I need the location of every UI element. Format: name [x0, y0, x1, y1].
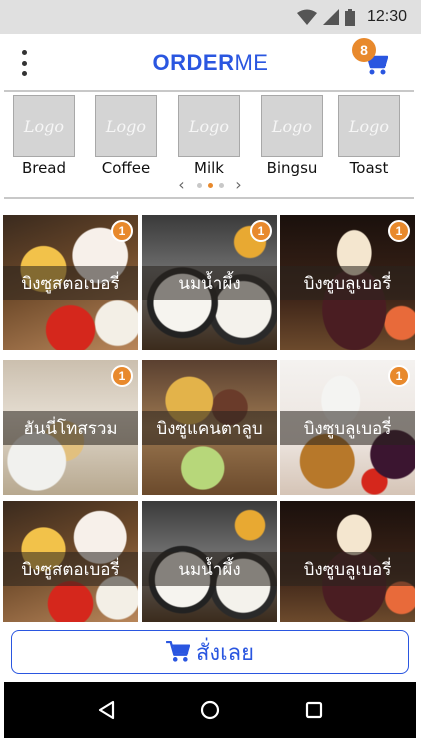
menu-item-tile[interactable]: บิงซูบลูเบอรี่ [280, 501, 415, 622]
category-strip: Logo Bread Logo Coffee Logo Milk Logo Bi… [0, 92, 421, 196]
cellular-signal-icon [322, 9, 339, 25]
menu-item-tile[interactable]: บิงซูบลูเบอรี่ 1 [280, 215, 415, 350]
menu-item-label-band: บิงซูสตอเบอรี่ [3, 552, 138, 586]
menu-item-name: ฮันนี่โทสรวม [23, 418, 118, 439]
menu-item-name: บิงซูแคนตาลูบ [156, 418, 263, 439]
wifi-icon [296, 9, 317, 25]
cart-button[interactable]: 8 [352, 38, 396, 82]
menu-item-tile[interactable]: บิงซูสตอเบอรี่ [3, 501, 138, 622]
item-count-badge: 1 [250, 220, 272, 242]
brand-title-bold: ORDER [152, 50, 235, 75]
category-milk[interactable]: Logo Milk [177, 95, 241, 177]
home-icon[interactable] [200, 700, 220, 720]
menu-item-tile[interactable]: ฮันนี่โทสรวม 1 [3, 360, 138, 495]
chevron-left-icon[interactable]: ‹ [173, 177, 191, 193]
category-label: Milk [194, 159, 224, 177]
category-logo-text: Logo [105, 116, 147, 136]
cart-icon [166, 641, 190, 662]
menu-grid: บิงซูสตอเบอรี่ 1 นมน้ำผึ้ง 1 บิงซูบลูเบอ… [3, 215, 415, 622]
category-logo-text: Logo [23, 116, 65, 136]
menu-item-name: บิงซูบลูเบอรี่ [303, 418, 392, 439]
order-now-label: สั่งเลย [195, 640, 255, 666]
category-logo: Logo [178, 95, 240, 157]
menu-item-tile[interactable]: บิงซูแคนตาลูบ [142, 360, 277, 495]
menu-item-label-band: นมน้ำผึ้ง [142, 552, 277, 586]
divider [4, 197, 414, 199]
category-logo: Logo [261, 95, 323, 157]
system-nav-bar [4, 682, 416, 738]
menu-item-label-band: นมน้ำผึ้ง [142, 266, 277, 300]
item-count-badge: 1 [111, 365, 133, 387]
menu-item-name: บิงซูสตอเบอรี่ [21, 273, 120, 294]
menu-item-label-band: บิงซูสตอเบอรี่ [3, 266, 138, 300]
category-toast[interactable]: Logo Toast [337, 95, 401, 177]
category-label: Bingsu [266, 159, 318, 177]
category-coffee[interactable]: Logo Coffee [94, 95, 158, 177]
back-icon[interactable] [97, 700, 115, 720]
menu-item-name: นมน้ำผึ้ง [178, 559, 241, 580]
category-logo-text: Logo [271, 116, 313, 136]
pager-dot [196, 182, 202, 188]
menu-item-label-band: บิงซูแคนตาลูบ [142, 411, 277, 445]
item-count-badge: 1 [111, 220, 133, 242]
menu-item-name: บิงซูบลูเบอรี่ [303, 273, 392, 294]
category-logo: Logo [95, 95, 157, 157]
category-bingsu[interactable]: Logo Bingsu [260, 95, 324, 177]
category-logo: Logo [338, 95, 400, 157]
menu-item-name: บิงซูสตอเบอรี่ [21, 559, 120, 580]
menu-item-label-band: บิงซูบลูเบอรี่ [280, 266, 415, 300]
battery-icon [344, 8, 355, 26]
menu-item-name: บิงซูบลูเบอรี่ [303, 559, 392, 580]
category-logo-text: Logo [188, 116, 230, 136]
pager-dot-active [207, 182, 213, 188]
recents-icon[interactable] [305, 701, 323, 719]
menu-item-label-band: ฮันนี่โทสรวม [3, 411, 138, 445]
chevron-right-icon[interactable]: › [230, 177, 248, 193]
category-label: Bread [21, 159, 67, 177]
category-logo: Logo [13, 95, 75, 157]
menu-item-label-band: บิงซูบลูเบอรี่ [280, 411, 415, 445]
category-label: Toast [349, 159, 389, 177]
status-time: 12:30 [366, 8, 407, 25]
item-count-badge: 1 [388, 365, 410, 387]
order-now-button[interactable]: สั่งเลย [11, 630, 409, 674]
menu-item-label-band: บิงซูบลูเบอรี่ [280, 552, 415, 586]
menu-item-tile[interactable]: นมน้ำผึ้ง 1 [142, 215, 277, 350]
menu-item-tile[interactable]: บิงซูบลูเบอรี่ 1 [280, 360, 415, 495]
menu-item-tile[interactable]: นมน้ำผึ้ง [142, 501, 277, 622]
item-count-badge: 1 [388, 220, 410, 242]
category-pager: ‹ › [160, 176, 260, 194]
category-label: Coffee [101, 159, 151, 177]
menu-item-name: นมน้ำผึ้ง [178, 273, 241, 294]
menu-item-tile[interactable]: บิงซูสตอเบอรี่ 1 [3, 215, 138, 350]
category-bread[interactable]: Logo Bread [12, 95, 76, 177]
status-bar: 12:30 [0, 0, 421, 34]
app-bar: ORDERME 8 [0, 34, 421, 90]
brand-title-light: ME [234, 50, 269, 75]
pager-dot [218, 182, 224, 188]
cart-count-badge: 8 [352, 38, 376, 62]
category-logo-text: Logo [348, 116, 390, 136]
